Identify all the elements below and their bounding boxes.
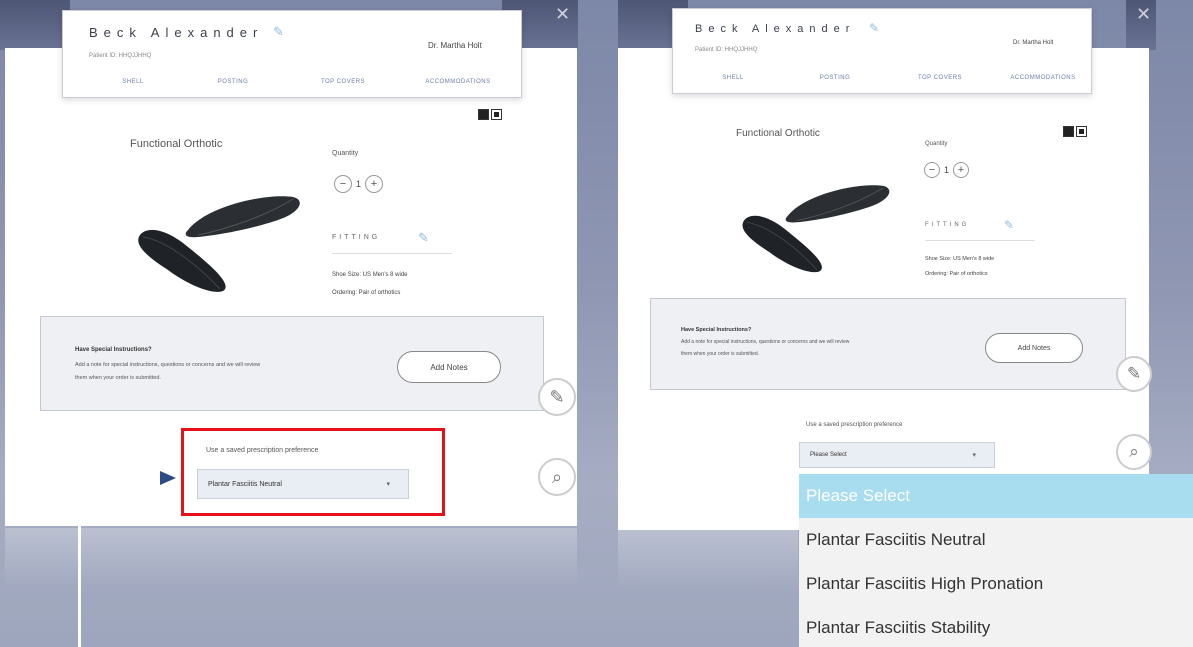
notes-title: Have Special Instructions? (681, 327, 752, 333)
shoe-size: Shoe Size: US Men's 8 wide (332, 272, 408, 278)
pencil-icon[interactable]: ✎ (869, 21, 879, 35)
tab-shell[interactable]: SHELL (103, 79, 163, 85)
notes-icon[interactable]: ✎ (1116, 356, 1152, 392)
doctor-name: Dr. Martha Holt (428, 41, 482, 50)
patient-id: Patient ID: HHQJJHHQ (89, 53, 152, 59)
add-notes-button[interactable]: Add Notes (985, 333, 1083, 363)
tab-posting[interactable]: POSTING (203, 79, 263, 85)
quantity-label: Quantity (925, 141, 948, 147)
callout-arrow-vertical (78, 478, 81, 647)
notes-description: Add a note for special instructions, que… (681, 339, 850, 345)
doctor-name: Dr. Martha Holt (1013, 40, 1054, 46)
pencil-icon[interactable]: ✎ (1004, 218, 1014, 232)
callout-arrow-horizontal (78, 477, 164, 480)
prescription-preference-dropdown: Please Select Plantar Fasciitis Neutral … (799, 474, 1193, 647)
close-icon[interactable]: ✕ (1136, 4, 1151, 25)
tab-shell[interactable]: SHELL (703, 75, 763, 81)
add-notes-button[interactable]: Add Notes (397, 351, 501, 383)
divider (332, 253, 452, 254)
quantity-value: 1 (356, 179, 362, 189)
fitting-label: FITTING (332, 234, 381, 241)
quantity-stepper: − 1 + (924, 162, 970, 178)
dropdown-option[interactable]: Plantar Fasciitis Neutral (799, 518, 1193, 562)
shoe-size: Shoe Size: US Men's 8 wide (925, 256, 995, 262)
special-instructions-box: Have Special Instructions? Add a note fo… (650, 298, 1126, 390)
dropdown-option[interactable]: Plantar Fasciitis High Pronation (799, 562, 1193, 606)
right-reflection (618, 530, 798, 590)
arrow-head-icon (160, 471, 176, 485)
right-patient-header: Beck Alexander ✎ Patient ID: HHQJJHHQ Dr… (672, 8, 1092, 94)
divider (925, 240, 1035, 241)
left-reflection (5, 528, 577, 588)
patient-id: Patient ID: HHQJJHHQ (695, 47, 758, 53)
selected-preference: Please Select (810, 452, 847, 458)
tab-top-covers[interactable]: TOP COVERS (905, 75, 975, 81)
decrement-button[interactable]: − (334, 175, 352, 193)
tab-top-covers[interactable]: TOP COVERS (308, 79, 378, 85)
product-title: Functional Orthotic (736, 128, 820, 139)
left-header-band (0, 0, 70, 50)
pencil-icon[interactable]: ✎ (418, 230, 429, 246)
quantity-stepper: − 1 + (334, 175, 384, 193)
notes-description: Add a note for special instructions, que… (75, 362, 261, 368)
increment-button[interactable]: + (953, 162, 970, 178)
patient-name: Beck Alexander (89, 25, 264, 40)
search-icon[interactable]: ⌕ (538, 458, 576, 496)
pencil-icon[interactable]: ✎ (273, 24, 284, 40)
orthotic-image (138, 196, 300, 292)
prescription-preference-label: Use a saved prescription preference (806, 422, 903, 428)
close-icon[interactable]: ✕ (555, 4, 570, 25)
view-toggle-icon[interactable] (478, 109, 502, 120)
special-instructions-box: Have Special Instructions? Add a note fo… (40, 316, 544, 411)
quantity-label: Quantity (332, 150, 359, 157)
notes-description-2: them when your order is submitted. (681, 351, 760, 357)
notes-icon[interactable]: ✎ (538, 378, 576, 416)
quantity-value: 1 (944, 165, 950, 175)
search-icon[interactable]: ⌕ (1116, 434, 1152, 470)
view-toggle-icon[interactable] (1063, 126, 1087, 137)
ordering: Ordering: Pair of orthotics (925, 271, 988, 277)
tab-accommodations[interactable]: ACCOMMODATIONS (408, 79, 508, 85)
decrement-button[interactable]: − (924, 162, 940, 178)
orthotic-image (742, 185, 890, 273)
fitting-label: FITTING (925, 222, 970, 228)
prescription-preference-select[interactable]: Please Select ▾ (799, 442, 995, 468)
ordering: Ordering: Pair of orthotics (332, 290, 401, 296)
product-title: Functional Orthotic (130, 138, 223, 150)
notes-title: Have Special Instructions? (75, 347, 152, 353)
notes-description-2: them when your order is submitted. (75, 375, 161, 381)
increment-button[interactable]: + (365, 175, 384, 193)
left-patient-header: Beck Alexander ✎ Patient ID: HHQJJHHQ Dr… (62, 10, 522, 98)
tab-accommodations[interactable]: ACCOMMODATIONS (993, 75, 1093, 81)
patient-name: Beck Alexander (695, 23, 856, 35)
dropdown-option[interactable]: Plantar Fasciitis Stability (799, 606, 1193, 647)
chevron-down-icon: ▾ (972, 452, 976, 459)
tab-posting[interactable]: POSTING (805, 75, 865, 81)
highlight-box (181, 428, 445, 516)
dropdown-option[interactable]: Please Select (799, 474, 1193, 518)
